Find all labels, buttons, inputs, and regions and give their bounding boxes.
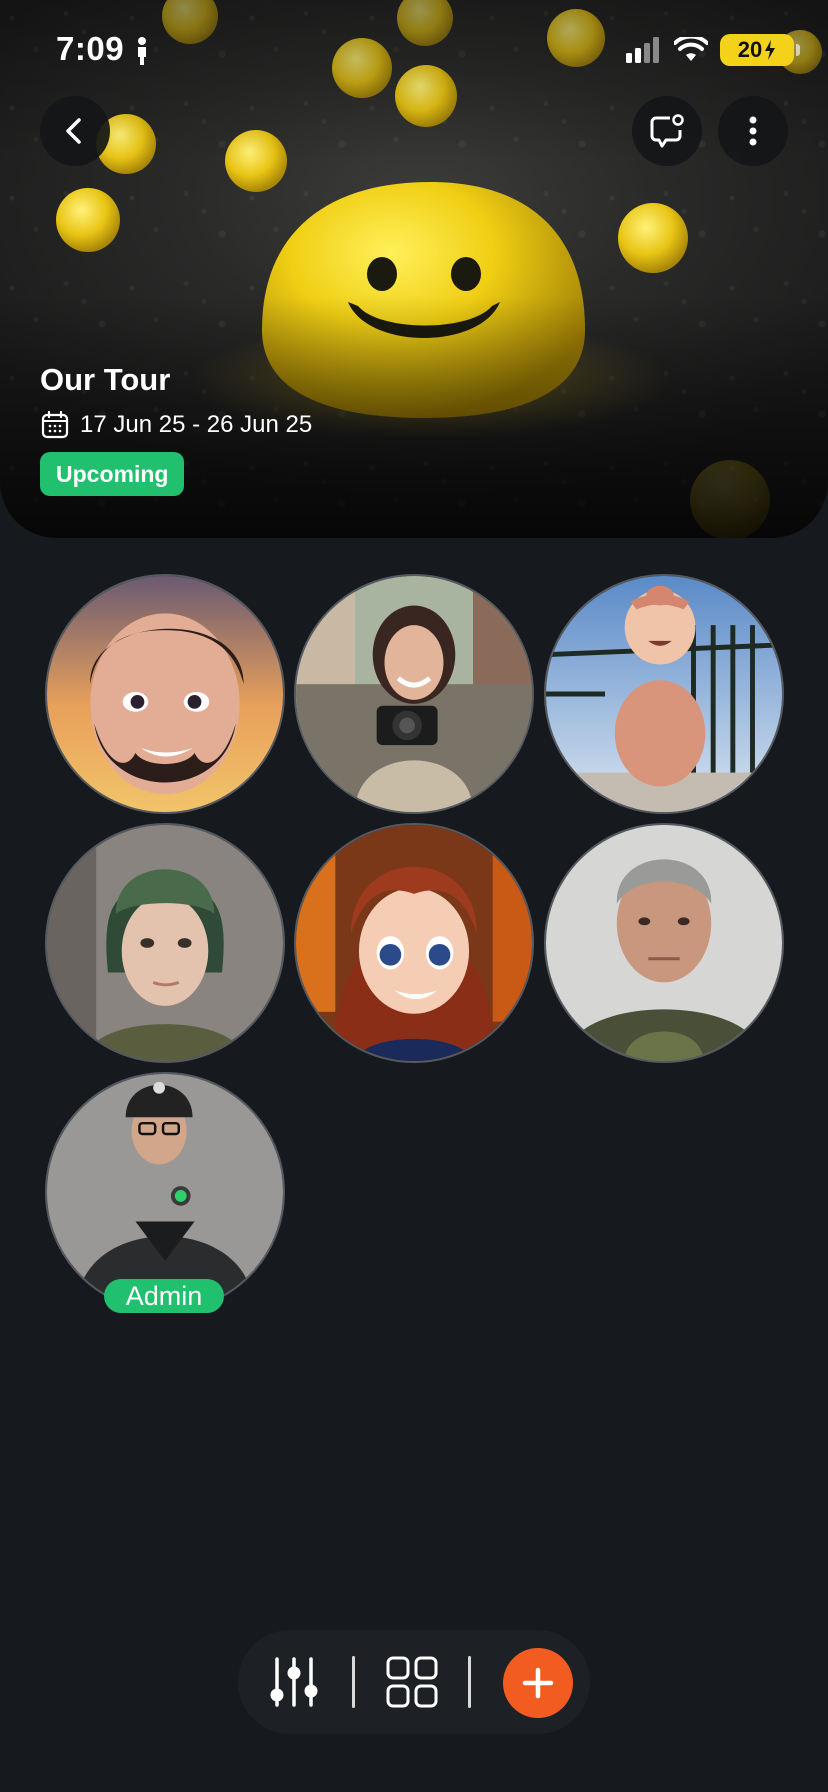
bearded-man-portrait — [47, 576, 283, 812]
trip-date-range: 17 Jun 25 - 26 Jun 25 — [80, 411, 313, 438]
person-black-hoodie-portrait — [47, 1074, 283, 1310]
sliders-icon — [270, 1657, 318, 1707]
bottom-action-bar — [238, 1630, 590, 1734]
grey-haired-man-portrait — [546, 825, 782, 1061]
plus-icon — [522, 1667, 554, 1699]
woman-green-beanie-portrait — [47, 825, 283, 1061]
member-avatar-3[interactable] — [544, 574, 784, 814]
divider — [468, 1656, 471, 1708]
divider — [352, 1656, 355, 1708]
back-button[interactable] — [40, 96, 110, 166]
trip-title: Our Tour — [40, 362, 171, 397]
admin-role-badge: Admin — [104, 1279, 224, 1313]
signal-icon — [626, 37, 659, 63]
trip-cover-image: 7:09 20 Our Tour 17 Jun 25 - 26 Jun 25 U… — [0, 0, 828, 538]
member-avatar-7[interactable] — [45, 1072, 285, 1312]
add-button[interactable] — [503, 1648, 573, 1718]
charging-bolt-icon — [765, 40, 776, 60]
grid-view-button[interactable] — [382, 1652, 442, 1712]
battery-level: 20 — [737, 37, 763, 62]
status-indicators: 20 — [626, 34, 800, 66]
chat-button[interactable] — [632, 96, 702, 166]
trip-status-badge: Upcoming — [40, 452, 185, 496]
woman-with-camera-portrait — [296, 576, 532, 812]
member-avatar-4[interactable] — [45, 823, 285, 1063]
battery-indicator: 20 — [720, 34, 800, 66]
chevron-left-icon — [66, 118, 81, 144]
trip-dates: 17 Jun 25 - 26 Jun 25 — [40, 410, 312, 440]
trip-detail-screen: 7:09 20 Our Tour 17 Jun 25 - 26 Jun 25 U… — [0, 0, 828, 1792]
member-avatar-5[interactable] — [294, 823, 534, 1063]
anime-girl-portrait — [296, 825, 532, 1061]
baby-portrait — [546, 576, 782, 812]
more-options-button[interactable] — [718, 96, 788, 166]
filters-button[interactable] — [264, 1652, 324, 1712]
chat-bubble-icon — [650, 114, 684, 148]
status-time: 7:09 — [56, 30, 125, 67]
grid-icon — [386, 1656, 438, 1708]
member-avatar-2[interactable] — [294, 574, 534, 814]
walking-person-icon — [138, 37, 146, 65]
calendar-icon — [41, 410, 69, 439]
wifi-icon — [674, 37, 708, 61]
member-avatar-1[interactable] — [45, 574, 285, 814]
more-vertical-icon — [749, 116, 757, 146]
member-avatar-6[interactable] — [544, 823, 784, 1063]
